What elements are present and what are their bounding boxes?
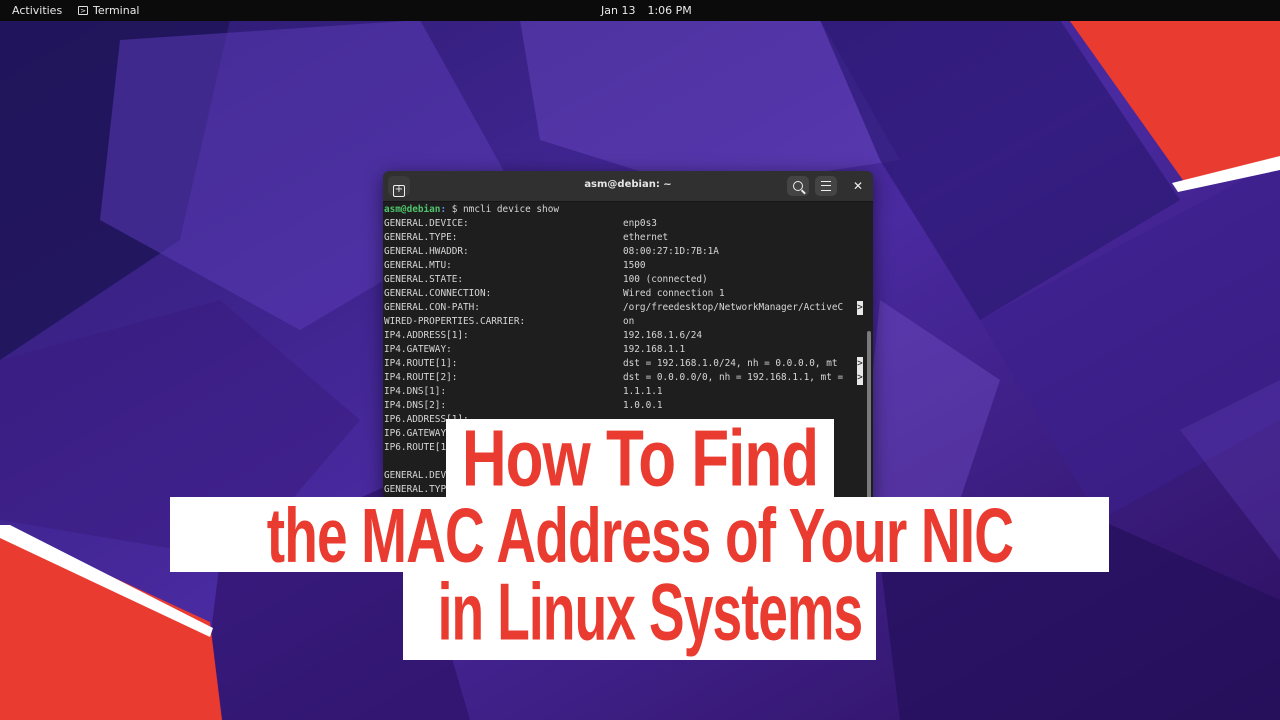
- clock-date: Jan 13: [601, 4, 636, 17]
- output-line: IP4.DNS[2]: 1.0.0.1: [383, 399, 863, 413]
- truncation-marker: >: [857, 371, 863, 385]
- property-name: IP6.ROUTE[1: [384, 442, 447, 453]
- output-line: GENERAL.CONNECTION: Wired connection 1: [383, 287, 863, 301]
- close-button[interactable]: ✕: [847, 176, 869, 196]
- property-value: 100 (connected): [623, 274, 708, 285]
- property-name: IP4.GATEWAY:: [384, 344, 452, 355]
- property-value: 08:00:27:1D:7B:1A: [623, 246, 719, 257]
- property-name: IP4.ROUTE[2]:: [384, 372, 458, 383]
- property-value: /org/freedesktop/NetworkManager/ActiveC: [623, 302, 844, 313]
- property-value: 192.168.1.6/24: [623, 330, 703, 341]
- output-line: GENERAL.TYPE: ethernet: [383, 231, 863, 245]
- property-name: GENERAL.STATE:: [384, 274, 464, 285]
- output-line: GENERAL.DEVICE: enp0s3: [383, 217, 863, 231]
- app-menu-label: Terminal: [93, 4, 140, 17]
- output-line: IP4.ROUTE[2]: dst = 0.0.0.0/0, nh = 192.1…: [383, 371, 863, 385]
- app-menu[interactable]: > Terminal: [78, 4, 140, 17]
- headline-line-2: the MAC Address of Your NIC: [170, 497, 1109, 572]
- prompt-user: asm@debian: [384, 204, 441, 215]
- property-name: IP4.DNS[2]:: [384, 400, 447, 411]
- headline-line-3: in Linux Systems: [403, 572, 876, 660]
- command-line: asm@debian: $ nmcli device show: [383, 203, 863, 217]
- output-line: IP4.ROUTE[1]: dst = 192.168.1.0/24, nh = …: [383, 357, 863, 371]
- property-name: IP6.GATEWAY: [384, 428, 447, 439]
- property-name: IP4.ROUTE[1]:: [384, 358, 458, 369]
- search-button[interactable]: [787, 176, 809, 196]
- truncation-marker: >: [857, 357, 863, 371]
- output-line: GENERAL.HWADDR: 08:00:27:1D:7B:1A: [383, 245, 863, 259]
- property-name: GENERAL.TYPE:: [384, 232, 458, 243]
- property-name: GENERAL.CONNECTION:: [384, 288, 492, 299]
- property-value: 1.1.1.1: [623, 386, 663, 397]
- clock[interactable]: Jan 13 1:06 PM: [601, 4, 692, 17]
- terminal-header-bar[interactable]: + asm@debian: ~ ✕: [383, 171, 873, 202]
- truncation-marker: >: [857, 301, 863, 315]
- property-value: on: [623, 316, 635, 327]
- property-value: 1500: [623, 260, 646, 271]
- property-value: dst = 192.168.1.0/24, nh = 0.0.0.0, mt: [623, 358, 838, 369]
- property-value: 1.0.0.1: [623, 400, 663, 411]
- output-line: GENERAL.CON-PATH: /org/freedesktop/Networ…: [383, 301, 863, 315]
- search-icon: [793, 181, 803, 191]
- property-name: GENERAL.DEVICE:: [384, 218, 469, 229]
- command-text: $ nmcli device show: [446, 204, 559, 215]
- property-value: enp0s3: [623, 218, 657, 229]
- property-name: GENERAL.TYP: [384, 484, 447, 495]
- terminal-icon: >: [78, 6, 88, 15]
- headline-line-1: How To Find: [446, 419, 834, 497]
- scrollbar[interactable]: [867, 331, 871, 499]
- activities-button[interactable]: Activities: [12, 4, 62, 17]
- hamburger-icon: [821, 181, 831, 191]
- property-name: GENERAL.MTU:: [384, 260, 452, 271]
- close-icon: ✕: [852, 179, 864, 193]
- property-name: IP4.DNS[1]:: [384, 386, 447, 397]
- property-value: dst = 0.0.0.0/0, nh = 192.168.1.1, mt =: [623, 372, 844, 383]
- property-name: GENERAL.DEV: [384, 470, 447, 481]
- property-value: ethernet: [623, 232, 669, 243]
- property-value: Wired connection 1: [623, 288, 725, 299]
- clock-time: 1:06 PM: [647, 4, 692, 17]
- property-name: WIRED-PROPERTIES.CARRIER:: [384, 316, 526, 327]
- property-name: GENERAL.HWADDR:: [384, 246, 469, 257]
- output-line: WIRED-PROPERTIES.CARRIER: on: [383, 315, 863, 329]
- property-name: IP4.ADDRESS[1]:: [384, 330, 469, 341]
- output-line: IP4.DNS[1]: 1.1.1.1: [383, 385, 863, 399]
- property-value: 192.168.1.1: [623, 344, 686, 355]
- output-line: GENERAL.MTU: 1500: [383, 259, 863, 273]
- top-bar: Activities > Terminal Jan 13 1:06 PM: [0, 0, 1280, 21]
- output-line: GENERAL.STATE: 100 (connected): [383, 273, 863, 287]
- menu-button[interactable]: [815, 176, 837, 196]
- output-line: IP4.ADDRESS[1]: 192.168.1.6/24: [383, 329, 863, 343]
- property-name: GENERAL.CON-PATH:: [384, 302, 480, 313]
- output-line: IP4.GATEWAY: 192.168.1.1: [383, 343, 863, 357]
